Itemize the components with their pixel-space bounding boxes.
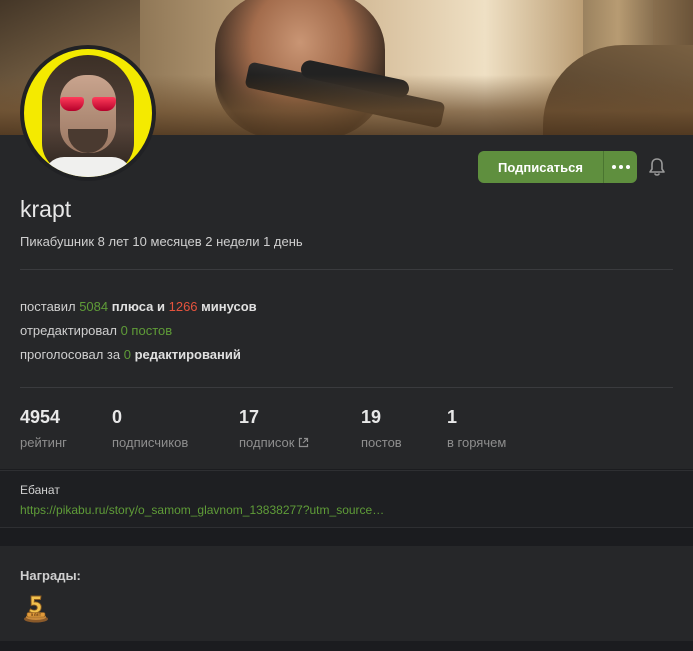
activity-votes-mid: плюса и bbox=[108, 299, 169, 314]
edits-count[interactable]: 0 постов bbox=[121, 323, 173, 338]
bell-icon[interactable] bbox=[648, 157, 666, 177]
counter-value: 1 bbox=[447, 407, 458, 427]
minuses-count: 1266 bbox=[168, 299, 198, 314]
counter-rating: 4954 рейтинг bbox=[20, 407, 67, 450]
more-dots-icon bbox=[611, 165, 630, 169]
username: krapt bbox=[20, 196, 72, 222]
counter-hot[interactable]: 1 в горячем bbox=[447, 407, 506, 450]
activity-votes-suffix: минусов bbox=[197, 299, 257, 314]
avatar-image bbox=[24, 49, 152, 177]
counter-value: 0 bbox=[112, 407, 123, 427]
avatar-shirt bbox=[44, 157, 132, 177]
counter-label: подписчиков bbox=[112, 435, 189, 450]
counter-label: подписок bbox=[239, 435, 309, 450]
edit-votes-count: 0 bbox=[123, 347, 131, 362]
award-five-years-icon[interactable]: 5 ЛЕТ bbox=[22, 593, 50, 623]
counter-value: 4954 bbox=[20, 407, 61, 427]
activity-votes-prefix: поставил bbox=[20, 299, 80, 314]
more-options-button[interactable] bbox=[603, 151, 637, 183]
counter-subscribers[interactable]: 0 подписчиков bbox=[112, 407, 188, 450]
counter-label: в горячем bbox=[447, 435, 507, 450]
counter-subscriptions[interactable]: 17 подписок bbox=[239, 407, 309, 450]
activity-edit-votes: проголосовал за 0 редактирований bbox=[20, 347, 241, 362]
counter-posts[interactable]: 19 постов bbox=[361, 407, 402, 450]
account-age: Пикабушник 8 лет 10 месяцев 2 недели 1 д… bbox=[20, 234, 303, 249]
awards-title: Награды: bbox=[20, 568, 81, 583]
pluses-count: 5084 bbox=[79, 299, 109, 314]
activity-edit-votes-suffix: редактирований bbox=[130, 347, 241, 362]
activity-edits-prefix: отредактировал bbox=[20, 323, 121, 338]
counter-value: 17 bbox=[239, 407, 260, 427]
avatar[interactable] bbox=[20, 45, 156, 181]
activity-edit-votes-prefix: проголосовал за bbox=[20, 347, 124, 362]
about-title: Ебанат bbox=[20, 483, 60, 497]
profile-page: Подписаться krapt Пикабушник 8 лет 10 ме… bbox=[0, 0, 693, 651]
counter-value: 19 bbox=[361, 407, 382, 427]
profile-panel: Подписаться krapt Пикабушник 8 лет 10 ме… bbox=[0, 45, 693, 469]
avatar-glasses bbox=[60, 97, 116, 111]
awards-section: Награды: 5 ЛЕТ bbox=[0, 546, 693, 641]
about-section: Ебанат https://pikabu.ru/story/o_samom_g… bbox=[0, 470, 693, 528]
activity-votes: поставил 5084 плюса и 1266 минусов bbox=[20, 299, 257, 314]
counter-label-text: подписок bbox=[239, 435, 295, 450]
counter-label: рейтинг bbox=[20, 435, 67, 450]
activity-edits: отредактировал 0 постов bbox=[20, 323, 172, 338]
external-link-icon bbox=[299, 437, 309, 448]
divider-top bbox=[20, 269, 673, 270]
subscribe-group: Подписаться bbox=[478, 151, 637, 183]
divider-bottom bbox=[20, 387, 673, 388]
subscribe-button[interactable]: Подписаться bbox=[478, 151, 603, 183]
award-badge-text: 5 ЛЕТ bbox=[31, 613, 42, 617]
counter-label: постов bbox=[361, 435, 402, 450]
about-link[interactable]: https://pikabu.ru/story/o_samom_glavnom_… bbox=[20, 503, 420, 517]
